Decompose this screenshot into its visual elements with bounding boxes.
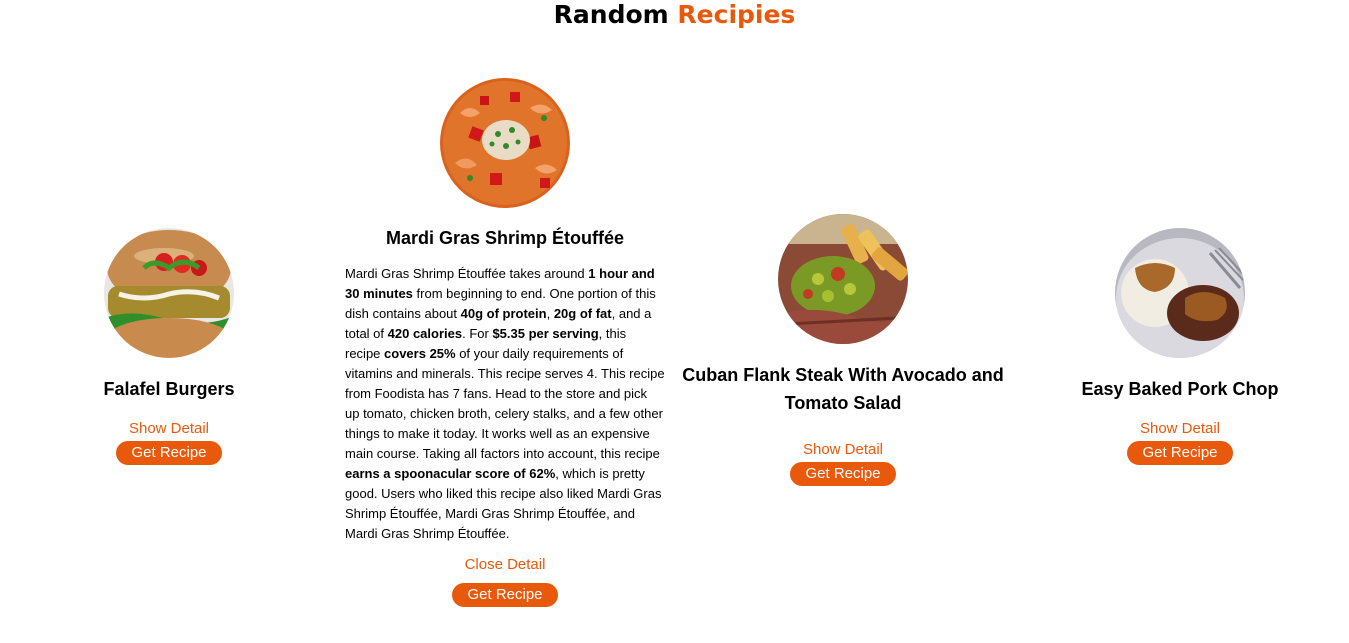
desc-bold: covers 25% [384,346,456,361]
desc-bold: $5.35 per serving [492,326,599,341]
recipe-image [440,78,570,208]
recipe-title: Cuban Flank Steak With Avocado and Tomat… [682,365,1004,413]
recipe-title: Mardi Gras Shrimp Étouffée [385,228,625,248]
desc-bold: 420 calories [387,326,463,341]
get-recipe-button[interactable]: Get Recipe [452,583,558,607]
shrimp-etouffee-photo-icon [440,78,570,208]
falafel-burger-photo-icon [104,228,234,358]
desc-bold: 20g of fat [553,306,612,321]
recipe-title: Easy Baked Pork Chop [1081,379,1279,399]
recipe-image [778,214,908,344]
desc-text: , [546,306,554,321]
pork-chop-photo-icon [1115,228,1245,358]
desc-text: of your daily requirements of vitamins a… [345,346,665,461]
recipe-card: Cuban Flank Steak With Avocado and Tomat… [673,214,1013,486]
desc-text: Mardi Gras Shrimp Étouffée takes around [345,266,589,281]
close-detail-link[interactable]: Close Detail [465,555,546,575]
page-title: Random Recipies [0,0,1349,30]
page-title-accent: Recipies [677,0,796,29]
recipe-description: Mardi Gras Shrimp Étouffée takes around … [345,264,665,544]
flank-steak-photo-icon [778,214,908,344]
get-recipe-button[interactable]: Get Recipe [790,462,896,486]
show-detail-link[interactable]: Show Detail [803,440,883,460]
recipe-image [1115,228,1245,358]
recipe-image [104,228,234,358]
get-recipe-button[interactable]: Get Recipe [1127,441,1233,465]
desc-bold: 40g of protein [460,306,547,321]
desc-text: . For [462,326,493,341]
show-detail-link[interactable]: Show Detail [1140,419,1220,439]
page-title-prefix: Random [553,0,678,29]
recipe-title: Falafel Burgers [103,379,235,399]
recipe-card: Mardi Gras Shrimp Étouffée Mardi Gras Sh… [345,78,665,607]
recipe-card: Easy Baked Pork Chop Show Detail Get Rec… [1070,228,1290,465]
recipe-card: Falafel Burgers Show Detail Get Recipe [69,228,269,465]
desc-bold: earns a spoonacular score of 62% [345,466,556,481]
get-recipe-button[interactable]: Get Recipe [116,441,222,465]
show-detail-link[interactable]: Show Detail [129,419,209,439]
